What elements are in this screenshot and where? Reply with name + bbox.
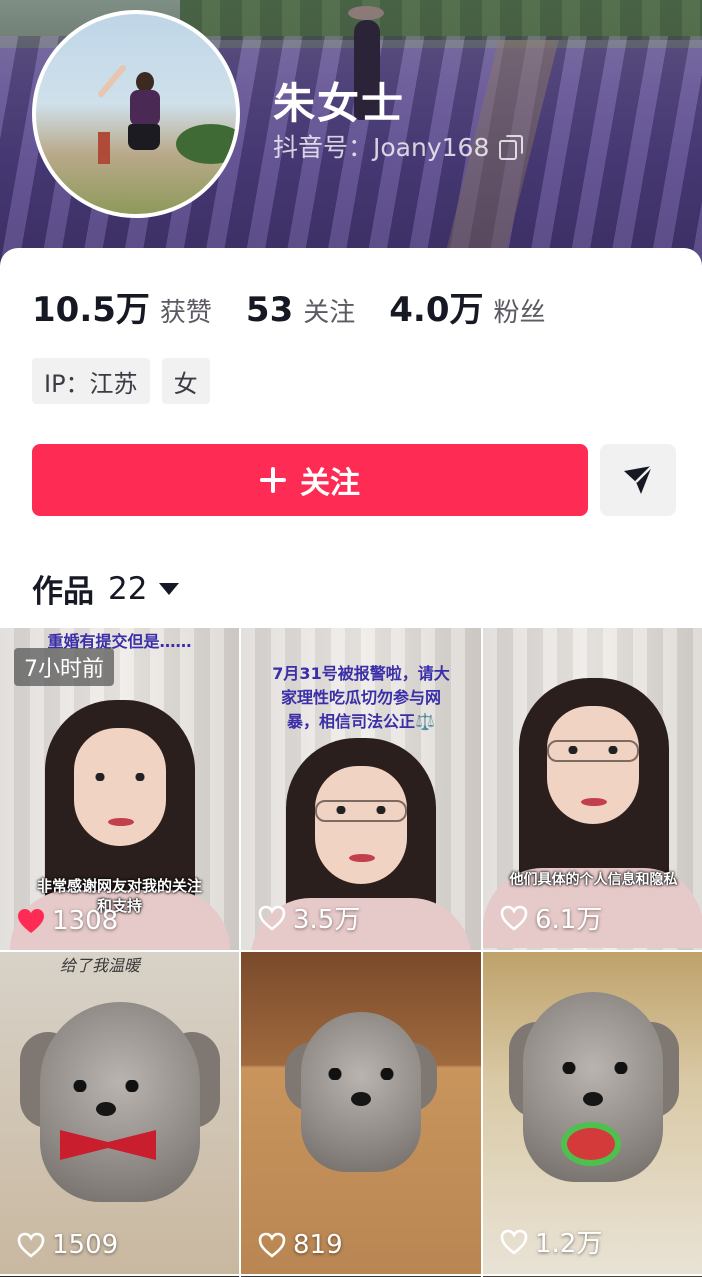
heart-outline-icon [258, 1232, 286, 1258]
time-badge: 7小时前 [14, 648, 114, 686]
video-tile[interactable]: 819 [241, 952, 481, 1274]
stat-value: 10.5万 [32, 290, 150, 330]
avatar[interactable] [32, 10, 240, 218]
heart-outline-icon [500, 905, 528, 931]
like-count-value: 1509 [52, 1230, 119, 1260]
video-tile[interactable]: 7月31号被报警啦，请大家理性吃瓜切勿参与网暴，相信司法公正⚖️ 3.5万 [241, 628, 481, 950]
stat-likes[interactable]: 10.5万 获赞 [32, 282, 212, 331]
tag-ip-location: IP：江苏 [32, 358, 150, 404]
works-count: 22 [108, 570, 148, 607]
stat-label: 关注 [303, 298, 356, 328]
like-count-value: 3.5万 [293, 905, 361, 935]
like-count: 1308 [16, 906, 118, 936]
like-count: 1509 [16, 1230, 118, 1260]
like-count-value: 819 [293, 1230, 343, 1260]
avatar-figure [96, 63, 166, 162]
like-count: 819 [257, 1230, 343, 1260]
heart-outline-icon [17, 1232, 45, 1258]
video-caption-top: 给了我温暖 [60, 956, 141, 975]
like-count: 3.5万 [257, 899, 360, 936]
video-grid: 重婚有提交但是…… 7小时前 非常感谢网友对我的关注和支持 1308 7月31号… [0, 628, 702, 1277]
works-label: 作品 [32, 574, 94, 610]
plus-icon [260, 467, 286, 493]
heart-outline-icon [258, 905, 286, 931]
caret-down-icon [159, 582, 180, 595]
tag-gender: 女 [161, 358, 210, 404]
stat-label: 获赞 [159, 298, 212, 328]
works-tab[interactable]: 作品 22 [32, 566, 180, 611]
stat-value: 4.0万 [389, 290, 484, 330]
heart-outline-icon [500, 1229, 528, 1255]
douyin-id-text: 抖音号：Joany168 [273, 133, 490, 162]
stat-label: 粉丝 [493, 298, 546, 328]
send-icon [624, 465, 653, 494]
heart-filled-icon [18, 909, 44, 933]
stat-following[interactable]: 53 关注 [246, 290, 355, 330]
like-count: 6.1万 [499, 899, 602, 936]
message-button[interactable] [600, 444, 676, 516]
like-count-value: 6.1万 [535, 905, 603, 935]
video-tile[interactable]: 重婚有提交但是…… 7小时前 非常感谢网友对我的关注和支持 1308 [0, 628, 239, 950]
stat-value: 53 [245, 290, 294, 330]
like-count: 1.2万 [499, 1223, 602, 1260]
video-caption-bottom: 他们具体的个人信息和隐私 [509, 872, 678, 888]
douyin-id[interactable]: 抖音号：Joany168 [273, 128, 524, 164]
avatar-trees [176, 124, 236, 164]
stat-followers[interactable]: 4.0万 粉丝 [389, 282, 545, 331]
avatar-windmill [98, 132, 110, 164]
video-tile[interactable]: 给了我温暖 1509 [0, 952, 239, 1274]
like-count-value: 1.2万 [535, 1229, 603, 1259]
profile-stats: 10.5万 获赞 53 关注 4.0万 粉丝 [32, 282, 580, 331]
copy-icon[interactable] [497, 134, 524, 160]
banner-treeline [180, 0, 702, 40]
video-caption-top: 7月31号被报警啦，请大家理性吃瓜切勿参与网暴，相信司法公正⚖️ [272, 664, 450, 731]
video-tile[interactable]: 1.2万 [483, 952, 702, 1274]
profile-name: 朱女士 [273, 79, 406, 128]
follow-label: 关注 [300, 466, 360, 501]
video-tile[interactable]: 他们具体的个人信息和隐私 6.1万 [483, 628, 702, 950]
profile-tags: IP：江苏 女 [32, 358, 210, 404]
like-count-value: 1308 [52, 906, 119, 936]
follow-button[interactable]: 关注 [32, 444, 588, 516]
